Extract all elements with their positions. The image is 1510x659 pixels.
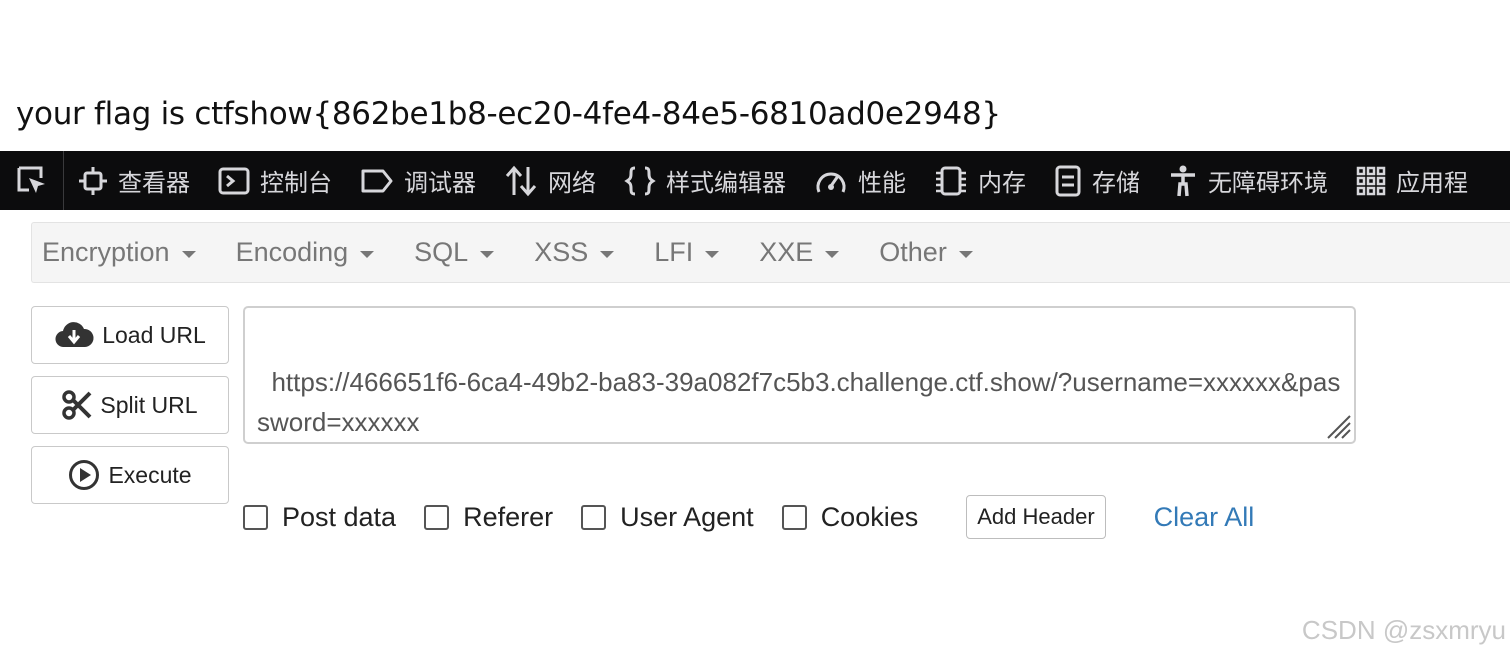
load-url-label: Load URL <box>102 321 206 348</box>
memory-icon <box>936 166 966 195</box>
menu-encoding[interactable]: Encoding <box>236 237 375 268</box>
execute-button[interactable]: Execute <box>31 446 229 504</box>
caret-down-icon <box>705 250 720 258</box>
flag-text: your flag is ctfshow{862be1b8-ec20-4fe4-… <box>16 96 1001 132</box>
tab-style-editor-label: 样式编辑器 <box>666 169 786 197</box>
tab-inspector-label: 查看器 <box>118 169 190 197</box>
menu-xss-label: XSS <box>534 237 589 267</box>
add-header-button[interactable]: Add Header <box>966 495 1106 539</box>
tab-accessibility[interactable]: 无障碍环境 <box>1154 151 1342 210</box>
load-url-button[interactable]: Load URL <box>31 306 229 364</box>
menu-other[interactable]: Other <box>879 237 973 268</box>
tab-style-editor[interactable]: 样式编辑器 <box>610 151 800 210</box>
tab-network[interactable]: 网络 <box>490 151 610 210</box>
tab-debugger-label: 调试器 <box>404 169 476 197</box>
post-data-label: Post data <box>282 501 397 532</box>
tab-memory[interactable]: 内存 <box>920 151 1040 210</box>
menu-sql-label: SQL <box>414 237 469 267</box>
menu-lfi[interactable]: LFI <box>654 237 720 268</box>
cookies-option[interactable]: Cookies <box>781 501 919 533</box>
url-value: https://466651f6-6ca4-49b2-ba83-39a082f7… <box>257 367 1341 437</box>
tab-debugger[interactable]: 调试器 <box>346 151 490 210</box>
referer-checkbox[interactable] <box>424 504 450 530</box>
cloud-download-icon <box>55 322 94 348</box>
tab-accessibility-label: 无障碍环境 <box>1208 169 1328 197</box>
debugger-icon <box>361 169 393 192</box>
tab-performance-label: 性能 <box>858 169 906 197</box>
post-data-checkbox[interactable] <box>243 504 268 530</box>
tab-console[interactable]: 控制台 <box>204 151 346 210</box>
cookies-checkbox[interactable] <box>781 504 807 530</box>
inspector-icon <box>79 166 107 195</box>
element-picker-button[interactable] <box>0 151 64 210</box>
menu-encoding-label: Encoding <box>235 237 349 267</box>
referer-option[interactable]: Referer <box>424 502 553 533</box>
tab-inspector[interactable]: 查看器 <box>64 151 204 210</box>
performance-icon <box>816 172 846 193</box>
user-agent-label: User Agent <box>620 501 754 532</box>
application-icon <box>1356 166 1386 195</box>
caret-down-icon <box>600 250 615 258</box>
caret-down-icon <box>825 250 840 258</box>
caret-down-icon <box>181 250 196 258</box>
cookies-label: Cookies <box>820 501 919 532</box>
tab-performance[interactable]: 性能 <box>800 151 920 210</box>
style-editor-icon <box>624 166 656 195</box>
play-circle-icon <box>69 460 100 490</box>
menu-xxe-label: XXE <box>759 237 814 267</box>
tab-console-label: 控制台 <box>260 169 332 197</box>
scissors-icon <box>62 390 92 420</box>
watermark: CSDN @zsxmryu <box>1301 615 1506 645</box>
accessibility-icon <box>1171 165 1195 196</box>
clear-all-link[interactable]: Clear All <box>1154 502 1255 533</box>
split-url-button[interactable]: Split URL <box>31 376 229 434</box>
menu-lfi-label: LFI <box>654 237 694 267</box>
console-icon <box>218 167 250 194</box>
caret-down-icon <box>360 250 375 258</box>
storage-icon <box>1055 165 1081 196</box>
split-url-label: Split URL <box>100 391 198 418</box>
menu-other-label: Other <box>879 237 947 267</box>
tab-memory-label: 内存 <box>978 169 1026 197</box>
tab-application[interactable]: 应用程 <box>1342 151 1482 210</box>
element-picker-icon <box>17 166 45 193</box>
resize-grip-icon[interactable] <box>1322 410 1352 440</box>
devtools-toolbar: 查看器 控制台 调试器 网络 样式编辑器 性能 内存 存储 无障碍环境 应用程 <box>0 151 1510 210</box>
network-icon <box>505 165 537 196</box>
menu-encryption[interactable]: Encryption <box>42 237 196 268</box>
caret-down-icon <box>480 250 495 258</box>
caret-down-icon <box>958 250 973 258</box>
user-agent-option[interactable]: User Agent <box>581 502 754 533</box>
tab-storage[interactable]: 存储 <box>1040 151 1154 210</box>
tab-storage-label: 存储 <box>1092 169 1140 197</box>
user-agent-checkbox[interactable] <box>581 504 607 530</box>
options-row: Post data Referer User Agent Cookies Add… <box>243 495 1254 539</box>
menu-xxe[interactable]: XXE <box>759 237 840 268</box>
tab-application-label: 应用程 <box>1396 169 1468 197</box>
execute-label: Execute <box>108 461 192 488</box>
post-data-option[interactable]: Post data <box>243 502 396 533</box>
menu-xss[interactable]: XSS <box>534 237 615 268</box>
hackbar-menu: Encryption Encoding SQL XSS LFI XXE Othe… <box>31 222 1510 283</box>
url-textarea[interactable]: https://466651f6-6ca4-49b2-ba83-39a082f7… <box>243 306 1356 444</box>
referer-label: Referer <box>463 501 554 532</box>
tab-network-label: 网络 <box>548 169 596 197</box>
menu-encryption-label: Encryption <box>42 237 170 267</box>
menu-sql[interactable]: SQL <box>414 237 495 268</box>
